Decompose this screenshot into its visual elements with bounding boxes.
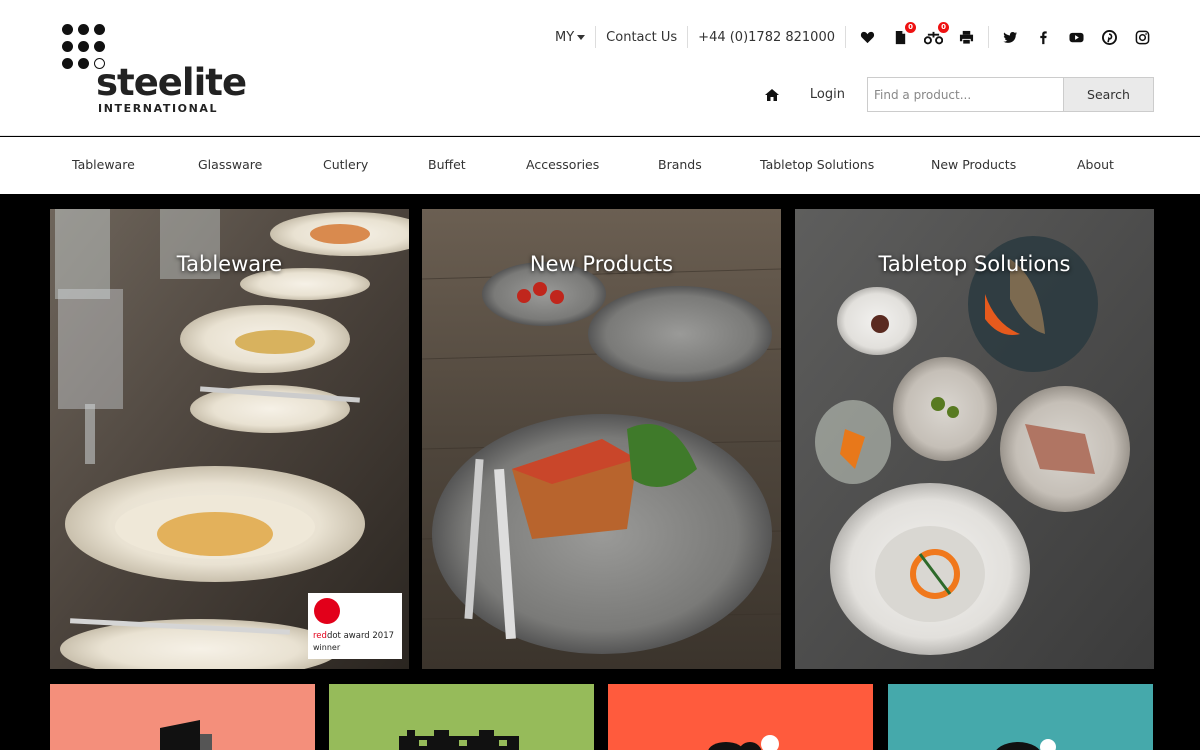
document-icon[interactable]: 0	[891, 21, 916, 47]
social-links	[989, 26, 1152, 48]
nav-item-buffet[interactable]: Buffet	[428, 157, 466, 172]
region-label: MY	[555, 29, 575, 45]
nav-item-cutlery[interactable]: Cutlery	[323, 157, 368, 172]
nav-item-tableware[interactable]: Tableware	[72, 157, 135, 172]
logo-wordmark: steelite	[96, 61, 247, 104]
cloche-silhouette-icon	[996, 739, 1056, 750]
hotel-silhouette-icon	[399, 730, 519, 750]
category-tile-3[interactable]	[608, 684, 873, 750]
pinterest-icon[interactable]	[1100, 28, 1119, 47]
reddot-award-badge: reddot award 2017 winner	[308, 593, 402, 659]
phone-link[interactable]: +44 (0)1782 821000	[688, 26, 846, 48]
youtube-icon[interactable]	[1067, 28, 1086, 47]
search-input[interactable]	[868, 78, 1063, 111]
heart-icon[interactable]	[858, 28, 877, 47]
home-icon[interactable]	[764, 87, 780, 103]
caret-down-icon	[577, 34, 586, 40]
facebook-icon[interactable]	[1034, 28, 1053, 47]
steelite-logo[interactable]: steelite INTERNATIONAL	[62, 24, 247, 119]
site-header: steelite INTERNATIONAL MY Contact Us +44…	[0, 0, 1200, 136]
new-products-photo	[422, 209, 781, 669]
nav-item-about[interactable]: About	[1077, 157, 1114, 172]
account-search-bar: Login Search	[764, 77, 1154, 112]
nav-item-tabletop-solutions[interactable]: Tabletop Solutions	[760, 157, 874, 172]
user-tools: 0 0	[846, 21, 989, 48]
category-tile-1[interactable]	[50, 684, 315, 750]
nav-item-brands[interactable]: Brands	[658, 157, 702, 172]
utility-bar: MY Contact Us +44 (0)1782 821000 0 0	[545, 21, 1152, 48]
product-search: Search	[867, 77, 1154, 112]
document-badge: 0	[905, 21, 916, 33]
tile-title-tabletop-solutions: Tabletop Solutions	[878, 252, 1071, 276]
category-tile-2[interactable]	[329, 684, 594, 750]
tile-tableware[interactable]: Tableware reddot award 2017 winner	[50, 209, 409, 669]
compare-scales-icon[interactable]: 0	[924, 21, 949, 47]
reddot-winner-text: winner	[313, 643, 341, 652]
contact-link[interactable]: Contact Us	[596, 26, 689, 48]
nav-item-glassware[interactable]: Glassware	[198, 157, 262, 172]
category-tile-4[interactable]	[888, 684, 1153, 750]
twitter-icon[interactable]	[1001, 28, 1020, 47]
building-silhouette-icon	[160, 720, 212, 750]
speech-bubble-icon	[708, 735, 779, 750]
tile-title-tableware: Tableware	[176, 252, 283, 276]
login-link[interactable]: Login	[810, 87, 845, 102]
print-icon[interactable]	[957, 28, 976, 47]
reddot-logo-icon	[314, 598, 340, 624]
instagram-icon[interactable]	[1133, 28, 1152, 47]
reddot-award-text: reddot award 2017	[313, 631, 395, 641]
region-selector[interactable]: MY	[545, 26, 597, 48]
tile-title-new-products: New Products	[529, 252, 674, 276]
tabletop-solutions-photo	[795, 209, 1154, 669]
compare-badge: 0	[938, 21, 949, 33]
nav-item-new-products[interactable]: New Products	[931, 157, 1016, 172]
tile-new-products[interactable]: New Products	[422, 209, 781, 669]
search-button[interactable]: Search	[1063, 78, 1153, 111]
logo-subtitle: INTERNATIONAL	[98, 102, 219, 115]
main-nav: Tableware Glassware Cutlery Buffet Acces…	[0, 137, 1200, 194]
nav-item-accessories[interactable]: Accessories	[526, 157, 599, 172]
tile-tabletop-solutions[interactable]: Tabletop Solutions	[795, 209, 1154, 669]
